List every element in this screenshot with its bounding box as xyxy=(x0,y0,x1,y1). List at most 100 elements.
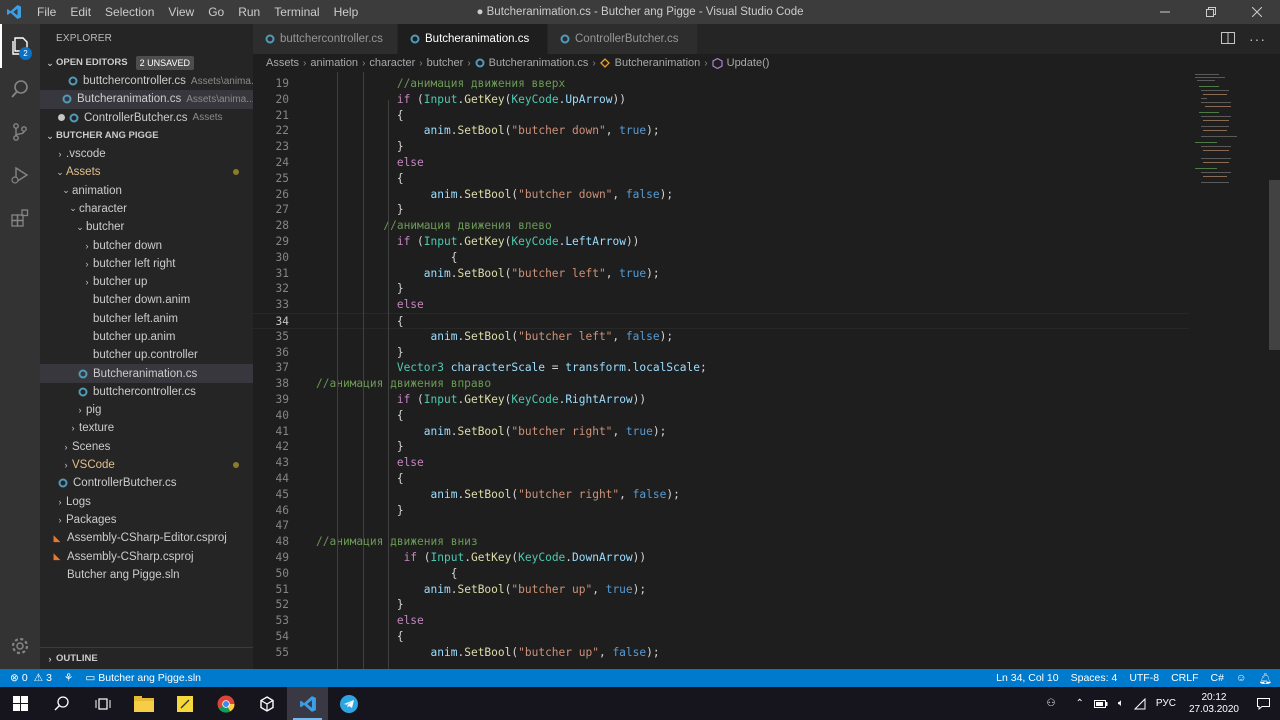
minimap[interactable] xyxy=(1189,72,1269,669)
menu-view[interactable]: View xyxy=(161,0,201,24)
code-line[interactable]: 30 { xyxy=(253,250,1269,266)
tree-file[interactable]: butcher down.anim xyxy=(40,291,253,309)
code-line[interactable]: 31 anim.SetBool("butcher left", true); xyxy=(253,266,1269,282)
telegram-icon[interactable] xyxy=(328,687,369,720)
scrollbar-thumb[interactable] xyxy=(1269,180,1280,350)
clock[interactable]: 20:12 27.03.2020 xyxy=(1181,692,1247,716)
show-hidden-icons-chevron-up-icon[interactable]: ⌃ xyxy=(1071,698,1089,709)
input-language[interactable]: РУС xyxy=(1151,698,1181,709)
line-ending[interactable]: CRLF xyxy=(1165,672,1204,684)
network-icon[interactable] xyxy=(1129,697,1151,710)
code-line[interactable]: 19 //анимация движения вверх xyxy=(253,76,1269,92)
extensions-icon[interactable] xyxy=(0,196,40,240)
code-line[interactable]: 35 anim.SetBool("butcher left", false); xyxy=(253,329,1269,345)
menu-help[interactable]: Help xyxy=(327,0,366,24)
file-explorer-icon[interactable] xyxy=(123,687,164,720)
taskbar-search-icon[interactable] xyxy=(41,687,82,720)
code-line[interactable]: 22 anim.SetBool("butcher down", true); xyxy=(253,123,1269,139)
menu-selection[interactable]: Selection xyxy=(98,0,161,24)
code-line[interactable]: 53 else xyxy=(253,613,1269,629)
tab-controllerbutcher[interactable]: ControllerButcher.cs xyxy=(548,24,698,54)
tree-folder[interactable]: › Logs xyxy=(40,493,253,511)
tree-file[interactable]: buttchercontroller.cs xyxy=(40,383,253,401)
code-line[interactable]: 23 } xyxy=(253,139,1269,155)
close-window-button[interactable] xyxy=(1234,0,1280,24)
code-line[interactable]: 44 { xyxy=(253,471,1269,487)
open-editor-item[interactable]: buttchercontroller.cs Assets\anima... xyxy=(40,72,253,90)
windows-start-icon[interactable] xyxy=(0,687,41,720)
tree-file[interactable]: butcher left.anim xyxy=(40,310,253,328)
code-line[interactable]: 38 //анимация движения вправо xyxy=(253,376,1269,392)
code-line[interactable]: 46 } xyxy=(253,503,1269,519)
notifications-bell-icon[interactable]: 🔔︎ xyxy=(1253,672,1280,685)
breadcrumb-item[interactable]: Butcheranimation.cs xyxy=(489,57,589,69)
code-line[interactable]: 27 } xyxy=(253,202,1269,218)
code-line[interactable]: 40 { xyxy=(253,408,1269,424)
problems-indicator[interactable]: ⊗ 0 ⚠ 3 xyxy=(0,672,58,684)
tree-file-selected[interactable]: Butcheranimation.cs xyxy=(40,364,253,383)
code-editor[interactable]: 19 //анимация движения вверх 20 if (Input… xyxy=(253,72,1269,669)
code-line[interactable]: 51 anim.SetBool("butcher up", true); xyxy=(253,582,1269,598)
volume-icon[interactable]: 🔈︎ xyxy=(1113,698,1129,709)
tree-file[interactable]: Butcher ang Pigge.sln xyxy=(40,566,253,584)
tree-file[interactable]: ◣ Assembly-CSharp-Editor.csproj xyxy=(40,529,253,547)
sync-icon[interactable]: ⚘ xyxy=(58,672,79,684)
breadcrumb-item[interactable]: Butcheranimation xyxy=(615,57,701,69)
menu-terminal[interactable]: Terminal xyxy=(267,0,326,24)
code-line[interactable]: 36 } xyxy=(253,345,1269,361)
explorer-icon[interactable]: 2 xyxy=(0,24,40,68)
tree-folder[interactable]: › Scenes xyxy=(40,438,253,456)
tree-folder[interactable]: › butcher left right xyxy=(40,255,253,273)
tree-file[interactable]: butcher up.anim xyxy=(40,328,253,346)
breadcrumb-item[interactable]: butcher xyxy=(427,57,464,69)
workspace-header[interactable]: ⌄ BUTCHER ANG PIGGE xyxy=(40,127,253,145)
search-icon[interactable] xyxy=(0,67,40,111)
code-line[interactable]: 43 else xyxy=(253,455,1269,471)
outline-header[interactable]: › OUTLINE xyxy=(40,647,253,669)
code-line[interactable]: 29 if (Input.GetKey(KeyCode.LeftArrow)) xyxy=(253,234,1269,250)
code-line[interactable]: 48 //анимация движения вниз xyxy=(253,534,1269,550)
restore-button[interactable] xyxy=(1188,0,1234,24)
code-line[interactable]: 24 else xyxy=(253,155,1269,171)
tree-folder[interactable]: ⌄ butcher xyxy=(40,218,253,236)
task-view-icon[interactable] xyxy=(82,687,123,720)
tab-butcheranimation[interactable]: Butcheranimation.cs xyxy=(398,24,548,54)
code-line[interactable]: 28 //анимация движения влево xyxy=(253,218,1269,234)
battery-icon[interactable] xyxy=(1089,699,1113,708)
solution-indicator[interactable]: ▭ Butcher ang Pigge.sln xyxy=(79,672,207,684)
code-line[interactable]: 33 else xyxy=(253,297,1269,313)
source-control-icon[interactable] xyxy=(0,110,40,154)
breadcrumb-item[interactable]: Assets xyxy=(266,57,299,69)
code-line[interactable]: 54 { xyxy=(253,629,1269,645)
code-line[interactable]: 52 } xyxy=(253,597,1269,613)
minimize-button[interactable] xyxy=(1142,0,1188,24)
tree-folder[interactable]: ⌄ Assets xyxy=(40,163,253,181)
code-line[interactable]: 55 anim.SetBool("butcher up", false); xyxy=(253,645,1269,661)
people-icon[interactable]: ⚇ xyxy=(1042,698,1061,709)
code-line[interactable]: 20 if (Input.GetKey(KeyCode.UpArrow)) xyxy=(253,92,1269,108)
tree-folder[interactable]: › .vscode xyxy=(40,145,253,163)
tab-buttchercontroller[interactable]: buttchercontroller.cs xyxy=(253,24,398,54)
settings-gear-icon[interactable] xyxy=(0,624,40,668)
code-line[interactable]: 25 { xyxy=(253,171,1269,187)
code-line[interactable]: 32 } xyxy=(253,281,1269,297)
open-editor-item[interactable]: Butcheranimation.cs Assets\anima... xyxy=(40,90,253,109)
vscode-taskbar-icon[interactable] xyxy=(287,687,328,720)
menu-file[interactable]: File xyxy=(30,0,63,24)
tree-folder[interactable]: › texture xyxy=(40,419,253,437)
vertical-scrollbar[interactable] xyxy=(1269,72,1280,669)
code-line[interactable]: 21 { xyxy=(253,108,1269,124)
cursor-position[interactable]: Ln 34, Col 10 xyxy=(990,672,1064,684)
code-line[interactable]: 41 anim.SetBool("butcher right", true); xyxy=(253,424,1269,440)
action-center-icon[interactable] xyxy=(1247,697,1280,710)
tree-folder[interactable]: › butcher up xyxy=(40,273,253,291)
language-mode[interactable]: C# xyxy=(1204,672,1229,684)
tree-folder[interactable]: ⌄ animation xyxy=(40,181,253,199)
code-line[interactable]: 26 anim.SetBool("butcher down", false); xyxy=(253,187,1269,203)
code-line[interactable]: 50 { xyxy=(253,566,1269,582)
tree-folder[interactable]: › VSCode xyxy=(40,456,253,474)
breadcrumb-item[interactable]: animation xyxy=(310,57,358,69)
code-line[interactable]: 49 if (Input.GetKey(KeyCode.DownArrow)) xyxy=(253,550,1269,566)
code-line[interactable]: 39 if (Input.GetKey(KeyCode.RightArrow)) xyxy=(253,392,1269,408)
code-line[interactable]: 34 { xyxy=(253,313,1269,329)
